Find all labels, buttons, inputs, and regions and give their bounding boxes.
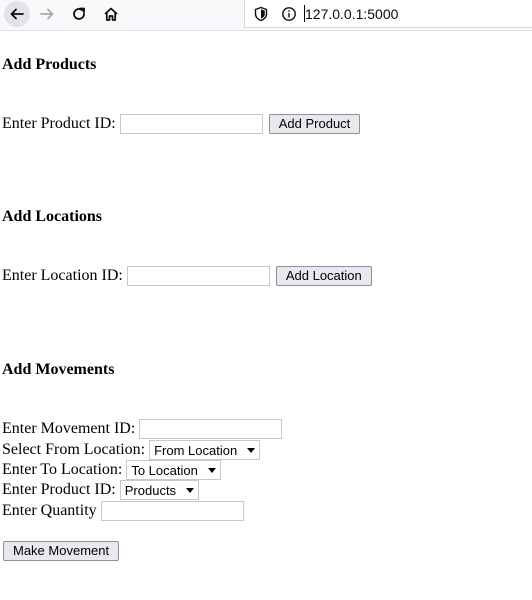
product-id-label: Enter Product ID: [2,115,116,132]
make-movement-button[interactable]: Make Movement [3,541,120,561]
quantity-row: Enter Quantity [2,500,244,522]
add-product-button[interactable]: Add Product [268,114,361,134]
from-location-selected: From Location [154,442,238,458]
home-icon [104,7,118,21]
back-arrow-icon [10,8,24,20]
movement-product-label: Enter Product ID: [2,481,116,498]
back-button[interactable] [2,0,32,28]
movements-heading: Add Movements [2,361,115,378]
make-movement-row: Make Movement [2,540,120,562]
chevron-down-icon [207,467,216,473]
to-location-select[interactable]: To Location [126,460,221,480]
movement-id-label: Enter Movement ID: [2,420,136,437]
from-location-label: Select From Location: [2,441,146,458]
movement-product-selected: Products [124,482,177,498]
reload-icon [73,7,85,20]
chevron-down-icon [247,447,256,453]
location-id-input[interactable] [126,266,270,286]
home-button[interactable] [96,0,126,28]
add-location-button[interactable]: Add Location [275,266,372,286]
browser-toolbar: 127.0.0.1:5000 [0,0,532,31]
movement-id-input[interactable] [139,419,283,439]
url-bar[interactable]: 127.0.0.1:5000 [244,0,532,28]
info-icon[interactable] [281,6,297,22]
product-id-input[interactable] [119,114,263,134]
url-text[interactable]: 127.0.0.1:5000 [305,6,398,22]
location-id-row: Enter Location ID: Add Location [2,265,372,287]
from-location-select[interactable]: From Location [149,440,261,460]
quantity-label: Enter Quantity [2,502,97,519]
movement-product-row: Enter Product ID: Products [2,479,200,501]
location-id-label: Enter Location ID: [2,267,123,284]
chevron-down-icon [186,487,195,493]
forward-button[interactable] [32,0,62,28]
product-id-row: Enter Product ID: Add Product [2,113,361,135]
from-location-row: Select From Location: From Location [2,439,261,461]
locations-heading: Add Locations [2,208,103,225]
movement-id-row: Enter Movement ID: [2,418,283,440]
to-location-selected: To Location [131,462,198,478]
movement-product-select[interactable]: Products [119,480,200,500]
quantity-input[interactable] [100,501,244,521]
products-heading: Add Products [2,56,97,73]
to-location-row: Enter To Location: To Location [2,459,221,481]
forward-arrow-icon [40,8,54,20]
shield-icon[interactable] [253,6,269,22]
to-location-label: Enter To Location: [2,461,123,478]
reload-button[interactable] [64,0,94,28]
